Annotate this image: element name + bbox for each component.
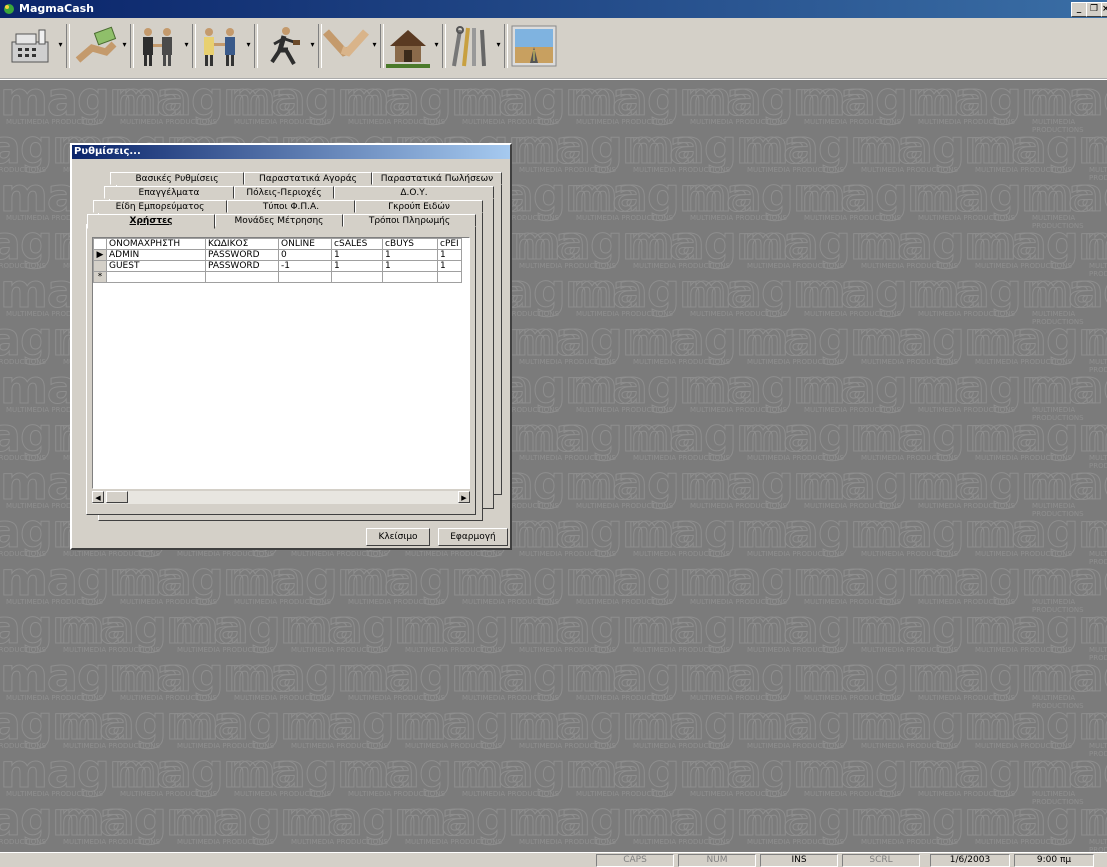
table-cell[interactable]: 1	[382, 249, 438, 261]
settings-dialog: Ρυθμίσεις... Βασικές Ρυθμίσεις Παραστατι…	[70, 143, 512, 550]
current-row-marker: ▶	[93, 249, 107, 261]
tab-cities-regions[interactable]: Πόλεις-Περιοχές	[234, 186, 334, 199]
date-display: 1/6/2003	[930, 854, 1010, 867]
close-window-button[interactable]: ×	[1101, 2, 1107, 17]
chevron-down-icon[interactable]: ▾	[371, 40, 378, 50]
ins-indicator: INS	[760, 854, 838, 867]
new-row-marker: *	[93, 271, 107, 283]
table-cell[interactable]: ADMIN	[106, 249, 206, 261]
tools-icon[interactable]	[446, 22, 494, 70]
table-cell[interactable]: 0	[278, 249, 332, 261]
table-cell[interactable]: -1	[278, 260, 332, 272]
row-header-corner	[93, 238, 107, 250]
chevron-down-icon[interactable]: ▾	[183, 40, 190, 50]
table-row[interactable]: ▶ ADMIN PASSWORD 0 1 1 1	[93, 249, 462, 261]
tab-units-of-measure[interactable]: Μονάδες Μέτρησης	[215, 214, 343, 227]
table-cell[interactable]	[278, 271, 332, 283]
handshake-icon[interactable]	[322, 22, 370, 70]
tab-basic-settings[interactable]: Βασικές Ρυθμίσεις	[110, 172, 244, 185]
grid-header-row: ΟΝΟΜΑΧΡΗΣΤΗ ΚΩΔΙΚΟΣ ONLINE cSALES cBUYS …	[93, 238, 462, 250]
table-cell[interactable]: GUEST	[106, 260, 206, 272]
minimize-button[interactable]: _	[1071, 2, 1087, 17]
table-cell[interactable]: PASSWORD	[205, 249, 279, 261]
handshake-men-icon[interactable]	[196, 22, 244, 70]
chevron-down-icon[interactable]: ▾	[495, 40, 502, 50]
running-man-icon[interactable]	[260, 22, 308, 70]
column-header-online[interactable]: ONLINE	[278, 238, 332, 250]
tab-sales-documents[interactable]: Παραστατικά Πωλήσεων	[372, 172, 502, 185]
toolbar-separator	[66, 24, 70, 68]
scrl-indicator: SCRL	[842, 854, 920, 867]
close-button[interactable]: Κλείσιμο	[366, 528, 430, 546]
dialog-title: Ρυθμίσεις...	[72, 145, 510, 159]
chevron-down-icon[interactable]: ▾	[309, 40, 316, 50]
chevron-down-icon[interactable]: ▾	[57, 40, 64, 50]
table-cell[interactable]: 1	[331, 260, 383, 272]
table-cell[interactable]	[205, 271, 279, 283]
table-cell[interactable]: PASSWORD	[205, 260, 279, 272]
column-header-cpei[interactable]: cPEI	[437, 238, 462, 250]
toolbar: ▾ ▾ ▾ ▾ ▾ ▾ ▾ ▾	[0, 18, 1107, 80]
money-hand-icon[interactable]	[72, 22, 120, 70]
column-header-password[interactable]: ΚΩΔΙΚΟΣ	[205, 238, 279, 250]
cash-register-icon[interactable]	[6, 22, 54, 70]
table-cell[interactable]	[437, 271, 462, 283]
app-logo-icon	[4, 4, 14, 14]
toolbar-separator	[504, 24, 508, 68]
scroll-left-icon[interactable]: ◀	[92, 491, 104, 503]
users-grid[interactable]: ΟΝΟΜΑΧΡΗΣΤΗ ΚΩΔΙΚΟΣ ONLINE cSALES cBUYS …	[92, 237, 470, 489]
column-header-csales[interactable]: cSALES	[331, 238, 383, 250]
row-header	[93, 260, 107, 272]
table-cell[interactable]	[106, 271, 206, 283]
watermark-logo: magma	[1026, 840, 1107, 853]
table-cell[interactable]	[331, 271, 383, 283]
chevron-down-icon[interactable]: ▾	[245, 40, 252, 50]
tab-product-types[interactable]: Είδη Εμπορεύματος	[93, 200, 227, 213]
tab-tax-office[interactable]: Δ.Ο.Υ.	[334, 186, 494, 199]
tab-payment-methods[interactable]: Τρόποι Πληρωμής	[343, 214, 476, 227]
caps-indicator: CAPS	[596, 854, 674, 867]
business-people-icon[interactable]	[134, 22, 182, 70]
column-header-username[interactable]: ΟΝΟΜΑΧΡΗΣΤΗ	[106, 238, 206, 250]
table-row[interactable]: GUEST PASSWORD -1 1 1 1	[93, 260, 462, 272]
apply-button[interactable]: Εφαρμογή	[438, 528, 508, 546]
tab-professions[interactable]: Επαγγέλματα	[104, 186, 234, 199]
num-indicator: NUM	[678, 854, 756, 867]
new-row[interactable]: *	[93, 271, 462, 283]
table-cell[interactable]: 1	[437, 249, 462, 261]
table-cell[interactable]	[382, 271, 438, 283]
tab-purchase-documents[interactable]: Παραστατικά Αγοράς	[244, 172, 372, 185]
table-cell[interactable]: 1	[331, 249, 383, 261]
title-bar: MagmaCash _ ❐ ×	[0, 0, 1107, 18]
column-header-cbuys[interactable]: cBUYS	[382, 238, 438, 250]
tab-users[interactable]: Χρήστες	[87, 214, 215, 229]
tab-vat-types[interactable]: Τύποι Φ.Π.Α.	[227, 200, 355, 213]
restore-button[interactable]: ❐	[1086, 2, 1102, 17]
table-cell[interactable]: 1	[382, 260, 438, 272]
status-bar: CAPS NUM INS SCRL 1/6/2003 9:00 πμ	[0, 852, 1107, 867]
tab-product-groups[interactable]: Γκρούπ Ειδών	[355, 200, 483, 213]
window-title: MagmaCash	[19, 2, 95, 15]
scroll-right-icon[interactable]: ▶	[458, 491, 470, 503]
chevron-down-icon[interactable]: ▾	[433, 40, 440, 50]
horizontal-scrollbar[interactable]: ◀ ▶	[92, 491, 470, 504]
scroll-thumb[interactable]	[106, 491, 128, 503]
table-cell[interactable]: 1	[437, 260, 462, 272]
road-landscape-icon[interactable]	[510, 22, 558, 70]
house-icon[interactable]	[384, 22, 432, 70]
time-display: 9:00 πμ	[1014, 854, 1094, 867]
chevron-down-icon[interactable]: ▾	[121, 40, 128, 50]
toolbar-separator	[254, 24, 258, 68]
